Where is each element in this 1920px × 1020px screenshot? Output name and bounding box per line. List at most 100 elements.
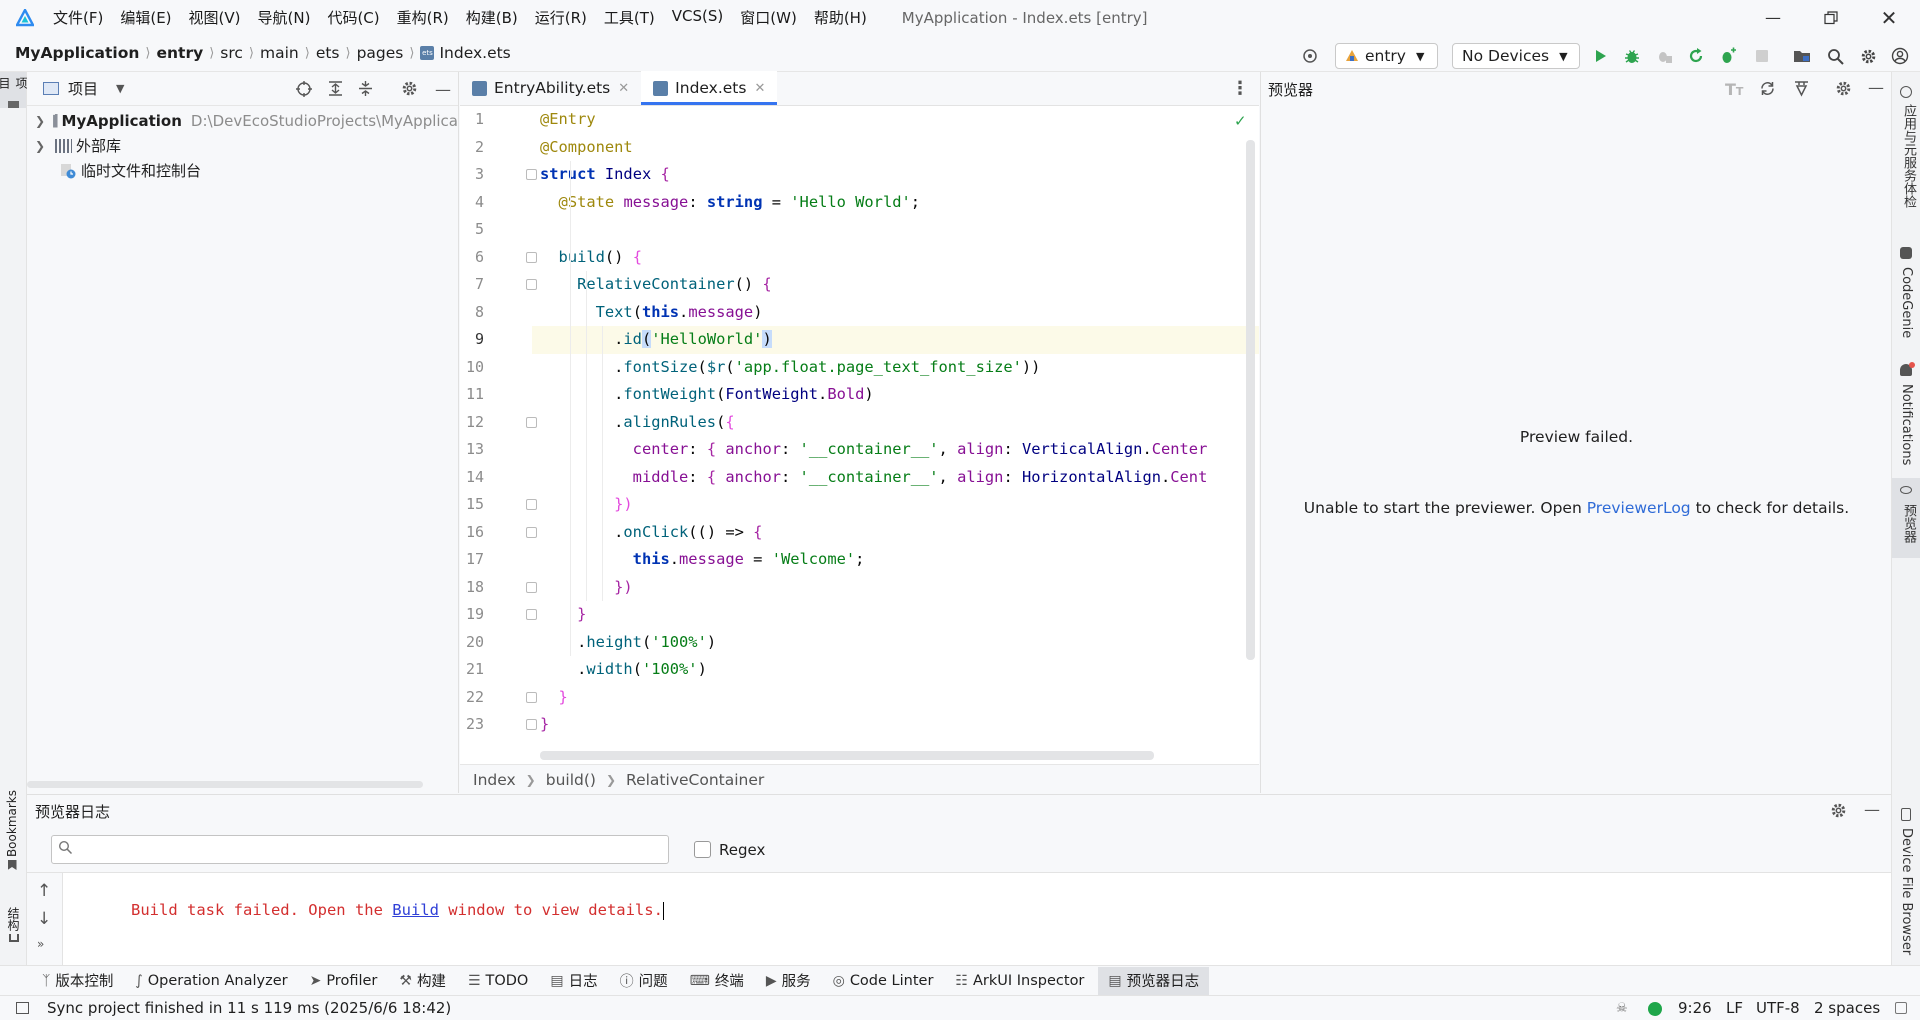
code-editor[interactable]: 1 2 3 4 5 6 7 8 9 10 11 12 13 14 15 16 17 18 19 20 21 22 23 @E… bbox=[460, 106, 1259, 764]
previewer-tool-button[interactable]: 预览器 bbox=[1892, 478, 1920, 558]
todo-tool-button[interactable]: ☰ TODO bbox=[468, 973, 528, 989]
fold-marker-icon[interactable] bbox=[526, 499, 537, 510]
build-tool-button[interactable]: ⚒ 构建 bbox=[399, 970, 446, 991]
fold-marker-icon[interactable] bbox=[526, 581, 537, 593]
inspector-icon[interactable] bbox=[1793, 80, 1810, 101]
menu-file[interactable]: 文件(F) bbox=[53, 7, 103, 28]
gear-icon[interactable] bbox=[1835, 80, 1852, 101]
arrow-down-icon[interactable]: ↓ bbox=[37, 909, 51, 929]
line-separator[interactable]: LF bbox=[1726, 999, 1743, 1017]
breadcrumb-project[interactable]: MyApplication bbox=[15, 44, 139, 62]
run-button[interactable] bbox=[1588, 44, 1612, 68]
code-crumb-method[interactable]: build() bbox=[546, 771, 596, 789]
menu-run[interactable]: 运行(R) bbox=[535, 7, 587, 28]
fold-marker-icon[interactable] bbox=[526, 691, 537, 703]
code-crumb-component[interactable]: RelativeContainer bbox=[626, 771, 764, 789]
readonly-toggle-icon[interactable]: ☠ bbox=[1616, 1001, 1628, 1016]
menu-navigate[interactable]: 导航(N) bbox=[258, 7, 311, 28]
tree-item-myapplication[interactable]: ❯ MyApplication D:\DevEcoStudioProjects\… bbox=[27, 108, 458, 133]
refresh-icon[interactable] bbox=[1759, 80, 1776, 101]
tree-item-scratches[interactable]: 临时文件和控制台 bbox=[27, 158, 458, 183]
vcs-tool-button[interactable]: ᛉ 版本控制 bbox=[42, 970, 113, 991]
menu-refactor[interactable]: 重构(R) bbox=[397, 7, 449, 28]
log-search-box[interactable] bbox=[51, 835, 669, 864]
menu-help[interactable]: 帮助(H) bbox=[814, 7, 867, 28]
bookmarks-tool-button[interactable]: Bookmarks bbox=[5, 790, 19, 871]
search-everywhere-button[interactable] bbox=[1823, 44, 1847, 68]
apply-changes-button[interactable] bbox=[1684, 44, 1708, 68]
profiler-tool-button[interactable]: ➤ Profiler bbox=[310, 973, 378, 989]
cursor-position[interactable]: 9:26 bbox=[1678, 999, 1712, 1017]
menu-window[interactable]: 窗口(W) bbox=[740, 7, 797, 28]
project-structure-button[interactable] bbox=[1790, 44, 1814, 68]
problems-tool-button[interactable]: ⓘ 问题 bbox=[620, 970, 668, 991]
tab-index[interactable]: Index.ets ✕ bbox=[641, 71, 778, 105]
stop-button[interactable] bbox=[1750, 44, 1774, 68]
menu-edit[interactable]: 编辑(E) bbox=[120, 7, 171, 28]
run-config-select[interactable]: entry ▼ bbox=[1335, 43, 1438, 69]
code-crumb-struct[interactable]: Index bbox=[473, 771, 516, 789]
fold-marker-icon[interactable] bbox=[526, 279, 537, 290]
log-tool-button[interactable]: ▤ 日志 bbox=[550, 970, 597, 991]
previewer-log-tool-button[interactable]: ▤ 预览器日志 bbox=[1098, 966, 1210, 995]
code-linter-tool-button[interactable]: ◎ Code Linter bbox=[833, 973, 934, 989]
breadcrumb-module[interactable]: entry bbox=[156, 44, 203, 62]
more-tabs-icon[interactable]: ⋮ bbox=[1231, 78, 1249, 99]
menu-vcs[interactable]: VCS(S) bbox=[672, 7, 723, 28]
vertical-scrollbar[interactable] bbox=[1246, 140, 1255, 660]
device-file-browser-tool-button[interactable]: Device File Browser bbox=[1892, 808, 1920, 958]
breadcrumb-ets[interactable]: ets bbox=[316, 44, 340, 62]
project-tool-button[interactable]: 项目 bbox=[0, 72, 28, 108]
select-opened-file-icon[interactable] bbox=[295, 80, 313, 102]
indent-setting[interactable]: 2 spaces bbox=[1814, 999, 1880, 1017]
close-icon[interactable]: ✕ bbox=[618, 81, 629, 96]
fold-marker-icon[interactable] bbox=[526, 609, 537, 620]
tab-entryability[interactable]: EntryAbility.ets ✕ bbox=[460, 71, 641, 105]
panel-toggle-icon[interactable] bbox=[16, 1002, 29, 1014]
hide-panel-icon[interactable]: — bbox=[1864, 800, 1880, 819]
gear-icon[interactable] bbox=[401, 80, 418, 101]
device-select[interactable]: No Devices ▼ bbox=[1452, 43, 1580, 69]
project-view-title[interactable]: 项目 bbox=[68, 78, 98, 99]
horizontal-scrollbar[interactable] bbox=[27, 781, 423, 788]
log-output[interactable]: Build task failed. Open the Build window… bbox=[63, 873, 1891, 966]
build-window-link[interactable]: Build bbox=[392, 901, 439, 919]
breadcrumb-main[interactable]: main bbox=[260, 44, 299, 62]
font-size-icon[interactable]: TT bbox=[1725, 80, 1743, 99]
hide-panel-icon[interactable]: — bbox=[435, 80, 451, 99]
memory-indicator-icon[interactable] bbox=[1895, 1002, 1907, 1014]
terminal-tool-button[interactable]: ⌨ 终端 bbox=[690, 970, 744, 991]
log-search-input[interactable] bbox=[79, 841, 659, 858]
breadcrumb-file[interactable]: Index.ets bbox=[439, 44, 510, 62]
fold-marker-icon[interactable] bbox=[526, 251, 537, 263]
regex-checkbox[interactable] bbox=[694, 841, 711, 858]
restore-button[interactable] bbox=[1802, 0, 1860, 35]
minimize-button[interactable]: — bbox=[1744, 0, 1802, 35]
close-icon[interactable]: ✕ bbox=[754, 81, 765, 96]
tree-item-external-libraries[interactable]: ❯ 外部库 bbox=[27, 133, 458, 158]
fold-marker-icon[interactable] bbox=[526, 416, 537, 428]
gear-icon[interactable] bbox=[1830, 802, 1847, 823]
close-window-button[interactable]: ✕ bbox=[1860, 0, 1918, 35]
menu-tools[interactable]: 工具(T) bbox=[604, 7, 655, 28]
breadcrumb-pages[interactable]: pages bbox=[357, 44, 404, 62]
arrow-up-icon[interactable]: ↑ bbox=[37, 881, 51, 901]
app-check-tool-button[interactable]: 应用与元服务体检 bbox=[1892, 86, 1920, 236]
notifications-tool-button[interactable]: Notifications bbox=[1892, 362, 1920, 474]
more-icon[interactable]: » bbox=[37, 937, 44, 951]
profiler-debug-button[interactable] bbox=[1716, 44, 1740, 68]
file-encoding[interactable]: UTF-8 bbox=[1756, 999, 1800, 1017]
breadcrumb-src[interactable]: src bbox=[220, 44, 243, 62]
chevron-down-icon[interactable]: ▼ bbox=[116, 82, 124, 95]
menu-build[interactable]: 构建(B) bbox=[466, 7, 518, 28]
settings-button[interactable] bbox=[1856, 44, 1880, 68]
codegenie-tool-button[interactable]: CodeGenie bbox=[1892, 247, 1920, 357]
hide-panel-icon[interactable]: — bbox=[1868, 78, 1884, 97]
fold-marker-icon[interactable] bbox=[526, 719, 537, 730]
locate-button[interactable] bbox=[1298, 44, 1322, 68]
structure-tool-button[interactable]: 结构 bbox=[5, 907, 22, 942]
fold-marker-icon[interactable] bbox=[526, 169, 537, 180]
horizontal-scrollbar[interactable] bbox=[540, 751, 1154, 760]
arkui-inspector-tool-button[interactable]: ☷ ArkUI Inspector bbox=[955, 973, 1084, 989]
collapse-all-icon[interactable] bbox=[357, 80, 374, 101]
